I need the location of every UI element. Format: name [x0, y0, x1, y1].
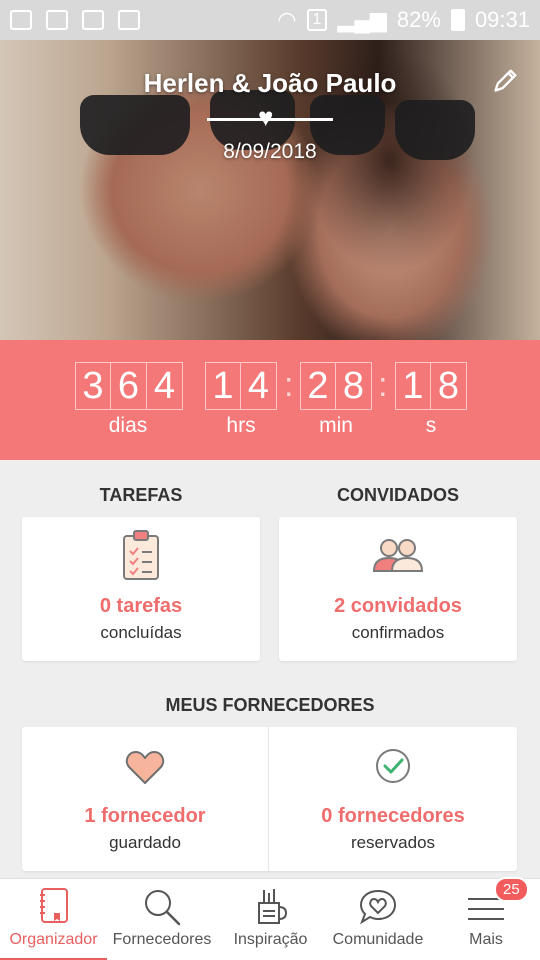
guests-icon — [372, 539, 424, 572]
colon-separator: : — [284, 366, 294, 404]
document-icon — [10, 10, 32, 30]
digit: 1 — [205, 362, 241, 410]
nav-mais[interactable]: 25 Mais — [432, 877, 540, 960]
status-bar: ◠ 1 ▂▄▆ 82% 09:31 — [0, 0, 540, 40]
days-digits: 3 6 4 — [75, 362, 183, 410]
countdown-timer: 3 6 4 1 4 : 2 8 : 1 8 dias hrs min s — [0, 340, 540, 460]
days-label: dias — [108, 414, 148, 437]
edit-pencil-icon[interactable] — [492, 66, 520, 94]
guests-count: 2 convidados — [334, 595, 462, 617]
nav-label: Organizador — [9, 931, 98, 948]
digit: 8 — [431, 362, 467, 410]
saved-vendors-count: 1 fornecedor — [84, 805, 206, 827]
vendors-section-title: MEUS FORNECEDORES — [165, 695, 375, 715]
clipboard-icon — [123, 530, 159, 580]
tasks-count: 0 tarefas — [99, 595, 183, 617]
tasks-card[interactable]: 0 tarefas concluídas — [22, 517, 260, 661]
digit: 4 — [147, 362, 183, 410]
image-icon — [46, 10, 68, 30]
colon-separator: : — [378, 366, 388, 404]
checkmark-circle-icon — [376, 749, 410, 783]
wedding-date: 8/09/2018 — [223, 140, 317, 163]
tasks-status: concluídas — [100, 623, 182, 642]
pencil-cup-icon — [257, 889, 287, 924]
digit: 6 — [111, 362, 147, 410]
digit: 1 — [395, 362, 431, 410]
sim-indicator: 1 — [306, 9, 328, 31]
couple-names: Herlen & João Paulo — [143, 68, 397, 98]
digit: 2 — [300, 362, 336, 410]
digit: 3 — [75, 362, 111, 410]
heart-icon: ♥ — [258, 102, 274, 132]
guests-status: confirmados — [351, 623, 445, 642]
saved-vendors[interactable]: 1 fornecedor guardado — [22, 727, 268, 871]
notification-badge: 25 — [494, 877, 529, 902]
booked-vendors[interactable]: 0 fornecedores reservados — [269, 727, 517, 871]
battery-level: 82% — [396, 7, 441, 32]
voicemail-icon — [82, 10, 104, 30]
chat-heart-icon — [359, 889, 397, 925]
tasks-section-title: TAREFAS — [99, 485, 183, 505]
nav-inspiracao[interactable]: Inspiração — [217, 879, 324, 960]
seconds-digits: 1 8 — [395, 362, 467, 410]
couple-photo: Herlen & João Paulo ♥ 8/09/2018 — [0, 40, 540, 340]
nav-label: Mais — [469, 931, 503, 948]
guests-section-title: CONVIDADOS — [336, 485, 459, 505]
clock: 09:31 — [474, 7, 530, 32]
hours-label: hrs — [226, 414, 256, 437]
heart-icon — [125, 751, 165, 784]
app-notification-icon — [118, 10, 140, 30]
battery-icon — [450, 9, 465, 31]
signal-icon: ▂▄▆ — [337, 7, 387, 32]
saved-vendors-status: guardado — [109, 833, 181, 852]
seconds-label: s — [425, 414, 437, 437]
nav-label: Fornecedores — [112, 931, 212, 948]
notification-icons — [10, 10, 140, 30]
nav-comunidade[interactable]: Comunidade — [324, 879, 432, 960]
wifi-icon: ◠ — [277, 7, 297, 32]
notebook-icon — [39, 888, 68, 923]
vendors-card: 1 fornecedor guardado 0 fornecedores res… — [22, 727, 517, 871]
minutes-label: min — [319, 414, 353, 437]
nav-organizador[interactable]: Organizador — [0, 879, 107, 960]
nav-label: Inspiração — [233, 931, 308, 948]
minutes-digits: 2 8 — [300, 362, 372, 410]
hours-digits: 1 4 — [205, 362, 277, 410]
bottom-navigation: Organizador Fornecedores Inspiração Comu… — [0, 877, 540, 960]
booked-vendors-count: 0 fornecedores — [321, 805, 465, 827]
search-icon — [145, 890, 181, 926]
nav-fornecedores[interactable]: Fornecedores — [107, 879, 217, 960]
booked-vendors-status: reservados — [350, 833, 436, 852]
guests-card[interactable]: 2 convidados confirmados — [279, 517, 517, 661]
nav-label: Comunidade — [332, 931, 424, 948]
digit: 4 — [241, 362, 277, 410]
digit: 8 — [336, 362, 372, 410]
